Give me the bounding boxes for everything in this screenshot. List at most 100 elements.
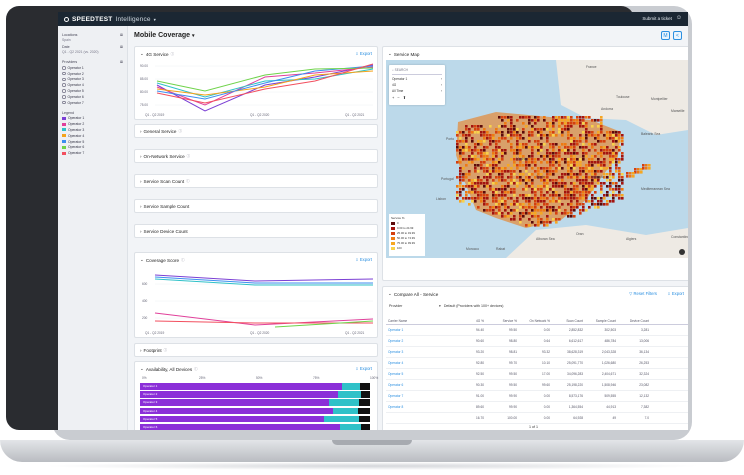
radio-icon[interactable] bbox=[62, 100, 66, 105]
info-icon[interactable]: ⓘ bbox=[194, 367, 198, 372]
x-tick: 75% bbox=[313, 376, 320, 380]
availability-row[interactable]: Operator 6 bbox=[140, 424, 370, 430]
radio-icon[interactable] bbox=[62, 83, 66, 87]
availability-row[interactable]: Operator 2 bbox=[140, 391, 370, 398]
map-settings-icon[interactable] bbox=[679, 249, 685, 255]
collapse-button[interactable]: < bbox=[673, 31, 682, 40]
info-icon[interactable]: ⓘ bbox=[186, 179, 190, 184]
map-canvas[interactable]: France Toulouse Montpellier Marseille Andorr… bbox=[386, 60, 688, 258]
provider-option[interactable]: Operator 4 bbox=[62, 83, 123, 87]
collapsed-card[interactable]: › Service Device Count bbox=[134, 224, 378, 238]
collapsed-card[interactable]: › Service Sample Count bbox=[134, 199, 378, 213]
map-cell bbox=[597, 206, 600, 209]
export-button[interactable]: ⇩ Export bbox=[667, 291, 684, 296]
clear-icon[interactable]: ⊠ bbox=[120, 33, 123, 37]
table-cell: 16.70 bbox=[476, 416, 484, 420]
card-title[interactable]: › Service Sample Count bbox=[140, 204, 189, 209]
column-header[interactable]: Device Count bbox=[619, 319, 652, 323]
column-header[interactable]: 4G % bbox=[454, 319, 487, 323]
provider-option[interactable]: Operator 6 bbox=[62, 95, 123, 99]
clear-icon[interactable]: ⊠ bbox=[120, 60, 123, 64]
availability-row[interactable]: Operator 5 bbox=[140, 415, 370, 423]
info-icon[interactable]: ⓘ bbox=[178, 129, 182, 134]
carrier-link[interactable]: Operator 5 bbox=[386, 372, 454, 376]
provider-option[interactable]: Operator 1 bbox=[62, 66, 123, 70]
table-row[interactable]: Operator 2 90.60 98.80 0.64 6,612,617 486,784… bbox=[386, 336, 688, 347]
radio-icon[interactable] bbox=[62, 95, 66, 99]
carrier-link[interactable]: Operator 1 bbox=[386, 328, 454, 332]
provider-option[interactable]: Operator 3 bbox=[62, 77, 123, 81]
table-row[interactable]: Operator 7 91.00 99.90 0.00 8,573,176 509,555… bbox=[386, 391, 688, 402]
availability-row[interactable]: Operator 1 bbox=[140, 383, 370, 390]
card-title[interactable]: ⌄ Service Map bbox=[388, 51, 419, 57]
export-button[interactable]: ⇩ Export bbox=[355, 366, 372, 371]
table-row[interactable]: Operator 5 92.50 99.50 17.00 34,096,283 2,404… bbox=[386, 369, 688, 380]
map-filter[interactable]: Operator 1 › bbox=[392, 77, 442, 81]
map-cell bbox=[498, 131, 501, 134]
zoom-in-icon[interactable]: + bbox=[392, 95, 394, 100]
table-row[interactable]: Operator 3 93.20 98.81 93.32 38,628,319 2,043… bbox=[386, 347, 688, 358]
map-cell bbox=[492, 170, 495, 173]
reset-filters-button[interactable]: ▽ Reset Filters bbox=[629, 291, 657, 296]
collapsed-card[interactable]: › Service Scan Count ⓘ bbox=[134, 174, 378, 188]
card-title[interactable]: › On-Network Service ⓘ bbox=[140, 154, 190, 159]
card-title[interactable]: › Service Scan Count ⓘ bbox=[140, 179, 190, 184]
provider-select[interactable]: ▾ Default (Providers with 100+ devices) bbox=[439, 304, 503, 308]
map-filter[interactable]: All Time › bbox=[392, 89, 442, 93]
map-toggle-button[interactable]: M bbox=[661, 31, 670, 40]
date-value[interactable]: Q1 - Q2 2021 (vs. 2020) bbox=[62, 50, 123, 54]
card-title[interactable]: › Service Device Count bbox=[140, 229, 188, 234]
info-icon[interactable]: ⓘ bbox=[187, 154, 191, 159]
column-header[interactable]: On Network % bbox=[520, 319, 553, 323]
column-header[interactable]: Carrier Name bbox=[386, 319, 454, 323]
carrier-link[interactable]: Operator 8 bbox=[386, 405, 454, 409]
submit-ticket-link[interactable]: Submit a ticket bbox=[642, 16, 672, 21]
radio-icon[interactable] bbox=[62, 66, 66, 70]
legend-swatch bbox=[391, 231, 395, 235]
zoom-out-icon[interactable]: − bbox=[397, 95, 399, 100]
table-row[interactable]: Operator 4 92.80 99.70 10.10 25,091,770 1,026… bbox=[386, 358, 688, 369]
carrier-link[interactable]: Operator 6 bbox=[386, 383, 454, 387]
card-title[interactable]: › General Service ⓘ bbox=[140, 129, 182, 134]
pagination[interactable]: 1 of 1 bbox=[529, 425, 538, 429]
provider-option[interactable]: Operator 2 bbox=[62, 72, 123, 76]
card-title[interactable]: › Footprint ⓘ bbox=[140, 348, 167, 353]
card-title[interactable]: ⌄ Compare All - Service bbox=[388, 291, 438, 297]
info-icon[interactable]: ⓘ bbox=[164, 348, 168, 353]
compass-icon[interactable]: ⬆ bbox=[403, 95, 406, 100]
column-header[interactable]: Scan Count bbox=[553, 319, 586, 323]
carrier-link[interactable]: Operator 2 bbox=[386, 339, 454, 343]
chevron-down-icon[interactable]: ▾ bbox=[154, 17, 156, 22]
table-row[interactable]: 16.70 100.00 0.00 64,928 49 7.0 bbox=[386, 413, 688, 424]
map-search-input[interactable]: ⌕ SEARCH bbox=[392, 68, 442, 75]
provider-option[interactable]: Operator 5 bbox=[62, 89, 123, 93]
map-cell bbox=[600, 164, 603, 167]
radio-icon[interactable] bbox=[62, 89, 66, 93]
table-row[interactable]: Operator 6 90.30 99.50 99.60 25,198,220 1,508… bbox=[386, 380, 688, 391]
card-title[interactable]: ⌄ Availability, All Devices ⓘ bbox=[140, 366, 198, 372]
carrier-link[interactable]: Operator 3 bbox=[386, 350, 454, 354]
locations-value[interactable]: Spain bbox=[62, 38, 123, 42]
availability-row[interactable]: Operator 4 bbox=[140, 407, 370, 415]
card-footprint[interactable]: › Footprint ⓘ bbox=[134, 343, 378, 357]
map-filter[interactable]: 4G › bbox=[392, 83, 442, 87]
user-icon[interactable]: ☺ bbox=[676, 15, 682, 21]
map-cell bbox=[606, 185, 609, 188]
map-cell bbox=[570, 176, 573, 179]
provider-option[interactable]: Operator 7 bbox=[62, 101, 123, 105]
column-header[interactable]: Sample Count bbox=[586, 319, 619, 323]
availability-row[interactable]: Operator 3 bbox=[140, 399, 370, 406]
app-logo[interactable]: SPEEDTEST Intelligence ▾ bbox=[64, 16, 156, 23]
clear-icon[interactable]: ⊠ bbox=[120, 45, 123, 49]
collapsed-card[interactable]: › General Service ⓘ bbox=[134, 124, 378, 138]
table-row[interactable]: Operator 1 94.40 99.50 0.00 2,852,832 302,503… bbox=[386, 325, 688, 336]
page-title[interactable]: Mobile Coverage ▾ bbox=[134, 32, 194, 39]
carrier-link[interactable]: Operator 4 bbox=[386, 361, 454, 365]
collapsed-card[interactable]: › On-Network Service ⓘ bbox=[134, 149, 378, 163]
table-row[interactable]: Operator 8 89.60 99.90 0.00 1,364,554 44,913 7… bbox=[386, 402, 688, 413]
table-cell: 94.40 bbox=[476, 328, 484, 332]
carrier-link[interactable]: Operator 7 bbox=[386, 394, 454, 398]
radio-icon[interactable] bbox=[62, 77, 66, 82]
column-header[interactable]: Service % bbox=[487, 319, 520, 323]
radio-icon[interactable] bbox=[62, 71, 66, 76]
